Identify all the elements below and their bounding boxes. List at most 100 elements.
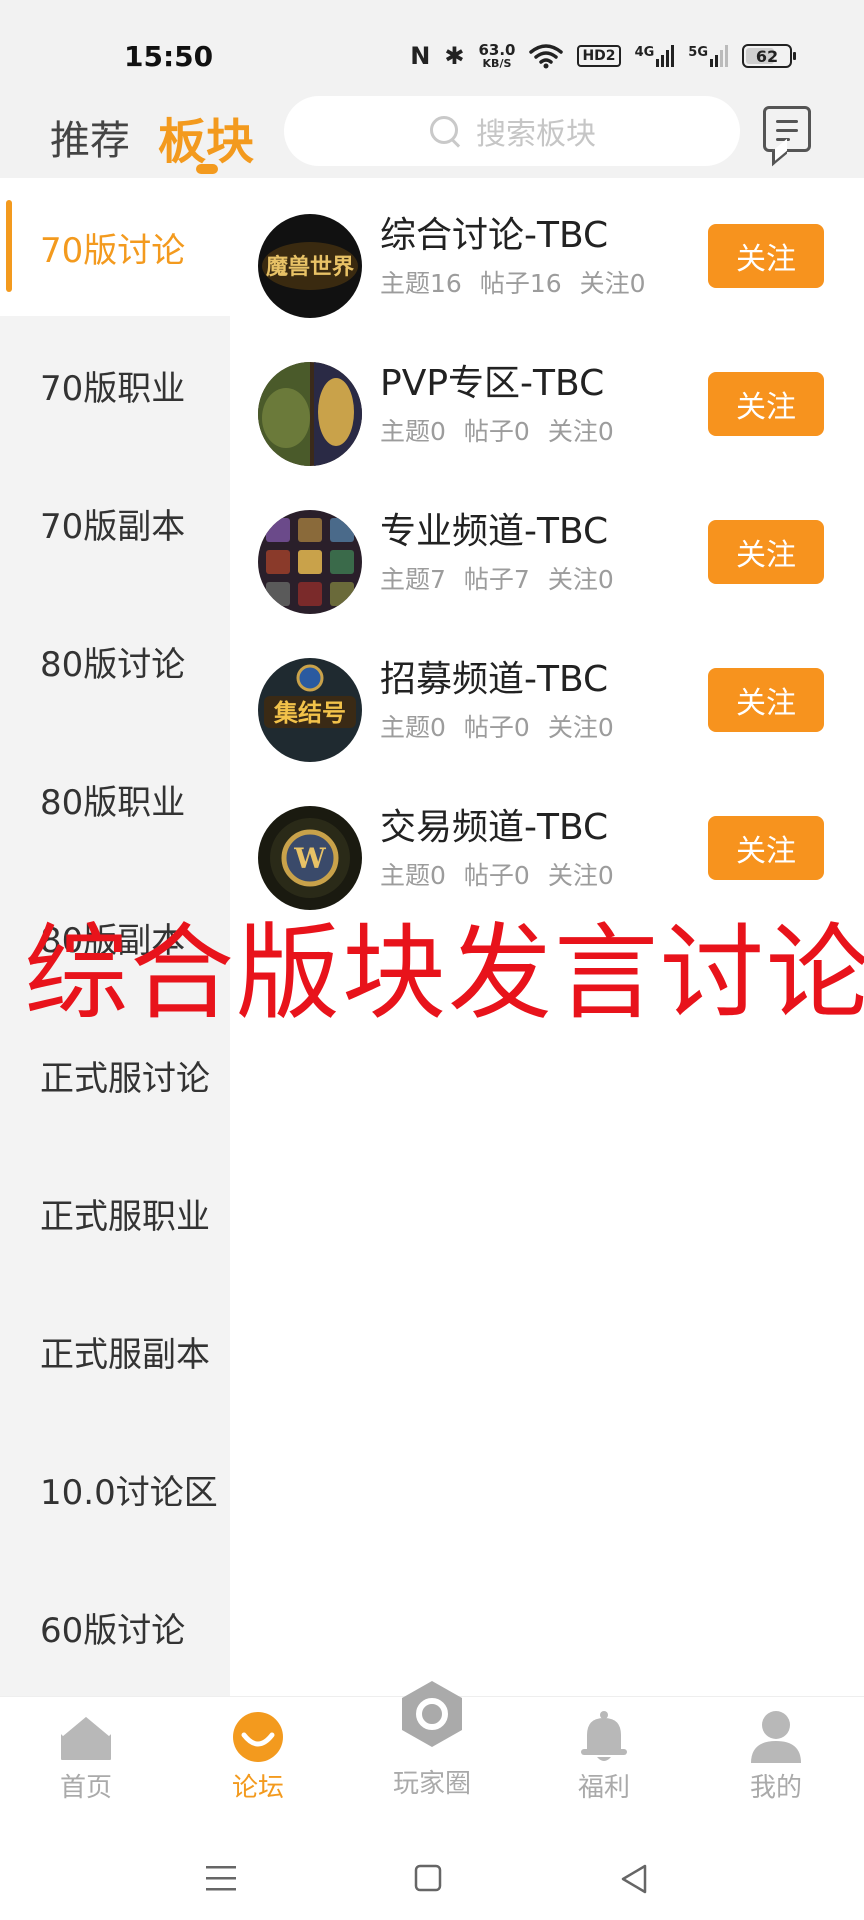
nav-home-label: 首页 bbox=[59, 1773, 112, 1803]
board-title: 综合讨论-TBC bbox=[380, 215, 609, 256]
signal-5g: 5G bbox=[688, 45, 728, 67]
sidebar-item-80-class[interactable]: 80版职业 bbox=[0, 730, 230, 868]
board-avatar-text: 魔兽世界 bbox=[266, 254, 354, 280]
tab-indicator bbox=[196, 164, 218, 174]
sidebar-item-retail-class[interactable]: 正式服职业 bbox=[0, 1144, 230, 1282]
nav-forum-label: 论坛 bbox=[231, 1773, 284, 1803]
status-bar: 15:50 N ✱ 63.0 KB/S HD2 4G 5G 62 bbox=[0, 0, 864, 96]
search-input[interactable]: 搜索板块 bbox=[284, 96, 740, 166]
sidebar-item-70-dungeon[interactable]: 70版副本 bbox=[0, 454, 230, 592]
status-time: 15:50 bbox=[124, 40, 214, 73]
signal-bars-icon bbox=[710, 45, 728, 67]
nav-home[interactable]: 首页 bbox=[26, 1697, 146, 1821]
sidebar-item-70-discussion[interactable]: 70版讨论 bbox=[0, 178, 230, 316]
follow-button[interactable]: 关注 bbox=[708, 224, 824, 288]
board-avatar-wow: 魔兽世界 bbox=[258, 214, 362, 318]
board-title: 交易频道-TBC bbox=[380, 807, 609, 848]
board-posts: 帖子7 bbox=[463, 565, 530, 594]
search-placeholder: 搜索板块 bbox=[476, 117, 596, 152]
sidebar-item-70-class[interactable]: 70版职业 bbox=[0, 316, 230, 454]
board-topics: 主题16 bbox=[380, 269, 462, 298]
board-follows: 关注0 bbox=[547, 565, 614, 594]
board-follows: 关注0 bbox=[547, 861, 614, 890]
player-circle-icon bbox=[402, 1681, 462, 1747]
board-posts: 帖子0 bbox=[463, 713, 530, 742]
sidebar-item-retail-dungeon[interactable]: 正式服副本 bbox=[0, 1282, 230, 1420]
sidebar: 70版讨论 70版职业 70版副本 80版讨论 80版职业 80版副本 正式服讨… bbox=[0, 178, 230, 1696]
nav-profile[interactable]: 我的 bbox=[716, 1697, 836, 1821]
header: 推荐 板块 搜索板块 bbox=[0, 96, 864, 178]
board-follows: 关注0 bbox=[547, 713, 614, 742]
follow-button[interactable]: 关注 bbox=[708, 520, 824, 584]
home-icon bbox=[61, 1713, 111, 1760]
network-speed: 63.0 KB/S bbox=[478, 41, 516, 70]
menu-icon[interactable] bbox=[206, 1864, 236, 1892]
battery-level: 62 bbox=[755, 46, 779, 66]
signal-4g-label: 4G bbox=[634, 45, 655, 60]
board-stats: 主题7 帖子7 关注0 bbox=[380, 560, 632, 596]
nav-player-circle[interactable]: 玩家圈 bbox=[372, 1681, 492, 1821]
bell-icon bbox=[581, 1711, 627, 1761]
sidebar-item-retail-discussion[interactable]: 正式服讨论 bbox=[0, 1006, 230, 1144]
bottom-nav: 首页 论坛 玩家圈 福利 我的 bbox=[0, 1681, 864, 1821]
follow-button[interactable]: 关注 bbox=[708, 816, 824, 880]
board-title: PVP专区-TBC bbox=[380, 363, 605, 404]
board-title: 专业频道-TBC bbox=[380, 511, 609, 552]
home-square-icon[interactable] bbox=[414, 1864, 442, 1892]
nav-forum[interactable]: 论坛 bbox=[198, 1697, 318, 1821]
board-follows: 关注0 bbox=[547, 417, 614, 446]
nav-benefits[interactable]: 福利 bbox=[544, 1697, 664, 1821]
signal-bars-icon bbox=[656, 45, 675, 67]
board-item[interactable]: W 交易频道-TBC 主题0 帖子0 关注0 关注 bbox=[258, 798, 828, 910]
sidebar-item-80-discussion[interactable]: 80版讨论 bbox=[0, 592, 230, 730]
bluetooth-icon: ✱ bbox=[444, 42, 465, 70]
board-avatar-trade: W bbox=[258, 806, 362, 910]
network-speed-value: 63.0 bbox=[478, 41, 516, 59]
board-item[interactable]: 魔兽世界 综合讨论-TBC 主题16 帖子16 关注0 关注 bbox=[258, 206, 828, 318]
board-avatar-profession bbox=[258, 510, 362, 614]
board-topics: 主题0 bbox=[380, 713, 446, 742]
board-item[interactable]: PVP专区-TBC 主题0 帖子0 关注0 关注 bbox=[258, 354, 828, 466]
board-item[interactable]: 集结号 招募频道-TBC 主题0 帖子0 关注0 关注 bbox=[258, 650, 828, 762]
board-topics: 主题0 bbox=[380, 417, 446, 446]
nfc-icon: N bbox=[410, 42, 431, 70]
search-icon bbox=[428, 114, 462, 148]
tab-recommend[interactable]: 推荐 bbox=[50, 108, 130, 166]
board-follows: 关注0 bbox=[579, 269, 646, 298]
board-item[interactable]: 专业频道-TBC 主题7 帖子7 关注0 关注 bbox=[258, 502, 828, 614]
board-topics: 主题7 bbox=[380, 565, 446, 594]
battery-icon: 62 bbox=[742, 44, 796, 68]
signal-5g-label: 5G bbox=[688, 45, 708, 60]
board-posts: 帖子16 bbox=[479, 269, 562, 298]
profile-icon bbox=[751, 1711, 801, 1763]
board-avatar-recruit: 集结号 bbox=[258, 658, 362, 762]
forum-icon bbox=[233, 1712, 283, 1762]
board-avatar-text: W bbox=[293, 842, 326, 875]
nav-benefits-label: 福利 bbox=[577, 1773, 630, 1803]
hd-badge: HD2 bbox=[577, 45, 621, 67]
nav-player-circle-label: 玩家圈 bbox=[392, 1769, 471, 1799]
sidebar-item-80-dungeon[interactable]: 80版副本 bbox=[0, 868, 230, 1006]
message-icon[interactable] bbox=[763, 106, 811, 152]
network-speed-unit: KB/S bbox=[482, 57, 512, 70]
sidebar-item-60-discussion[interactable]: 60版讨论 bbox=[0, 1558, 230, 1696]
signal-4g: 4G bbox=[635, 45, 675, 67]
back-icon[interactable] bbox=[620, 1864, 648, 1894]
system-nav-bar bbox=[0, 1820, 864, 1920]
board-title: 招募频道-TBC bbox=[380, 659, 609, 700]
follow-button[interactable]: 关注 bbox=[708, 668, 824, 732]
board-posts: 帖子0 bbox=[463, 417, 530, 446]
board-topics: 主题0 bbox=[380, 861, 446, 890]
tab-sections[interactable]: 板块 bbox=[158, 102, 254, 172]
board-avatar-text: 集结号 bbox=[273, 699, 346, 727]
status-icons: N ✱ 63.0 KB/S HD2 4G 5G 62 bbox=[410, 38, 796, 74]
board-stats: 主题0 帖子0 关注0 bbox=[380, 856, 632, 892]
sidebar-item-10-discussion[interactable]: 10.0讨论区 bbox=[0, 1420, 230, 1558]
board-avatar-pvp bbox=[258, 362, 362, 466]
wifi-icon bbox=[529, 44, 564, 69]
board-stats: 主题0 帖子0 关注0 bbox=[380, 708, 632, 744]
board-posts: 帖子0 bbox=[463, 861, 530, 890]
board-stats: 主题0 帖子0 关注0 bbox=[380, 412, 632, 448]
follow-button[interactable]: 关注 bbox=[708, 372, 824, 436]
nav-profile-label: 我的 bbox=[749, 1773, 802, 1803]
